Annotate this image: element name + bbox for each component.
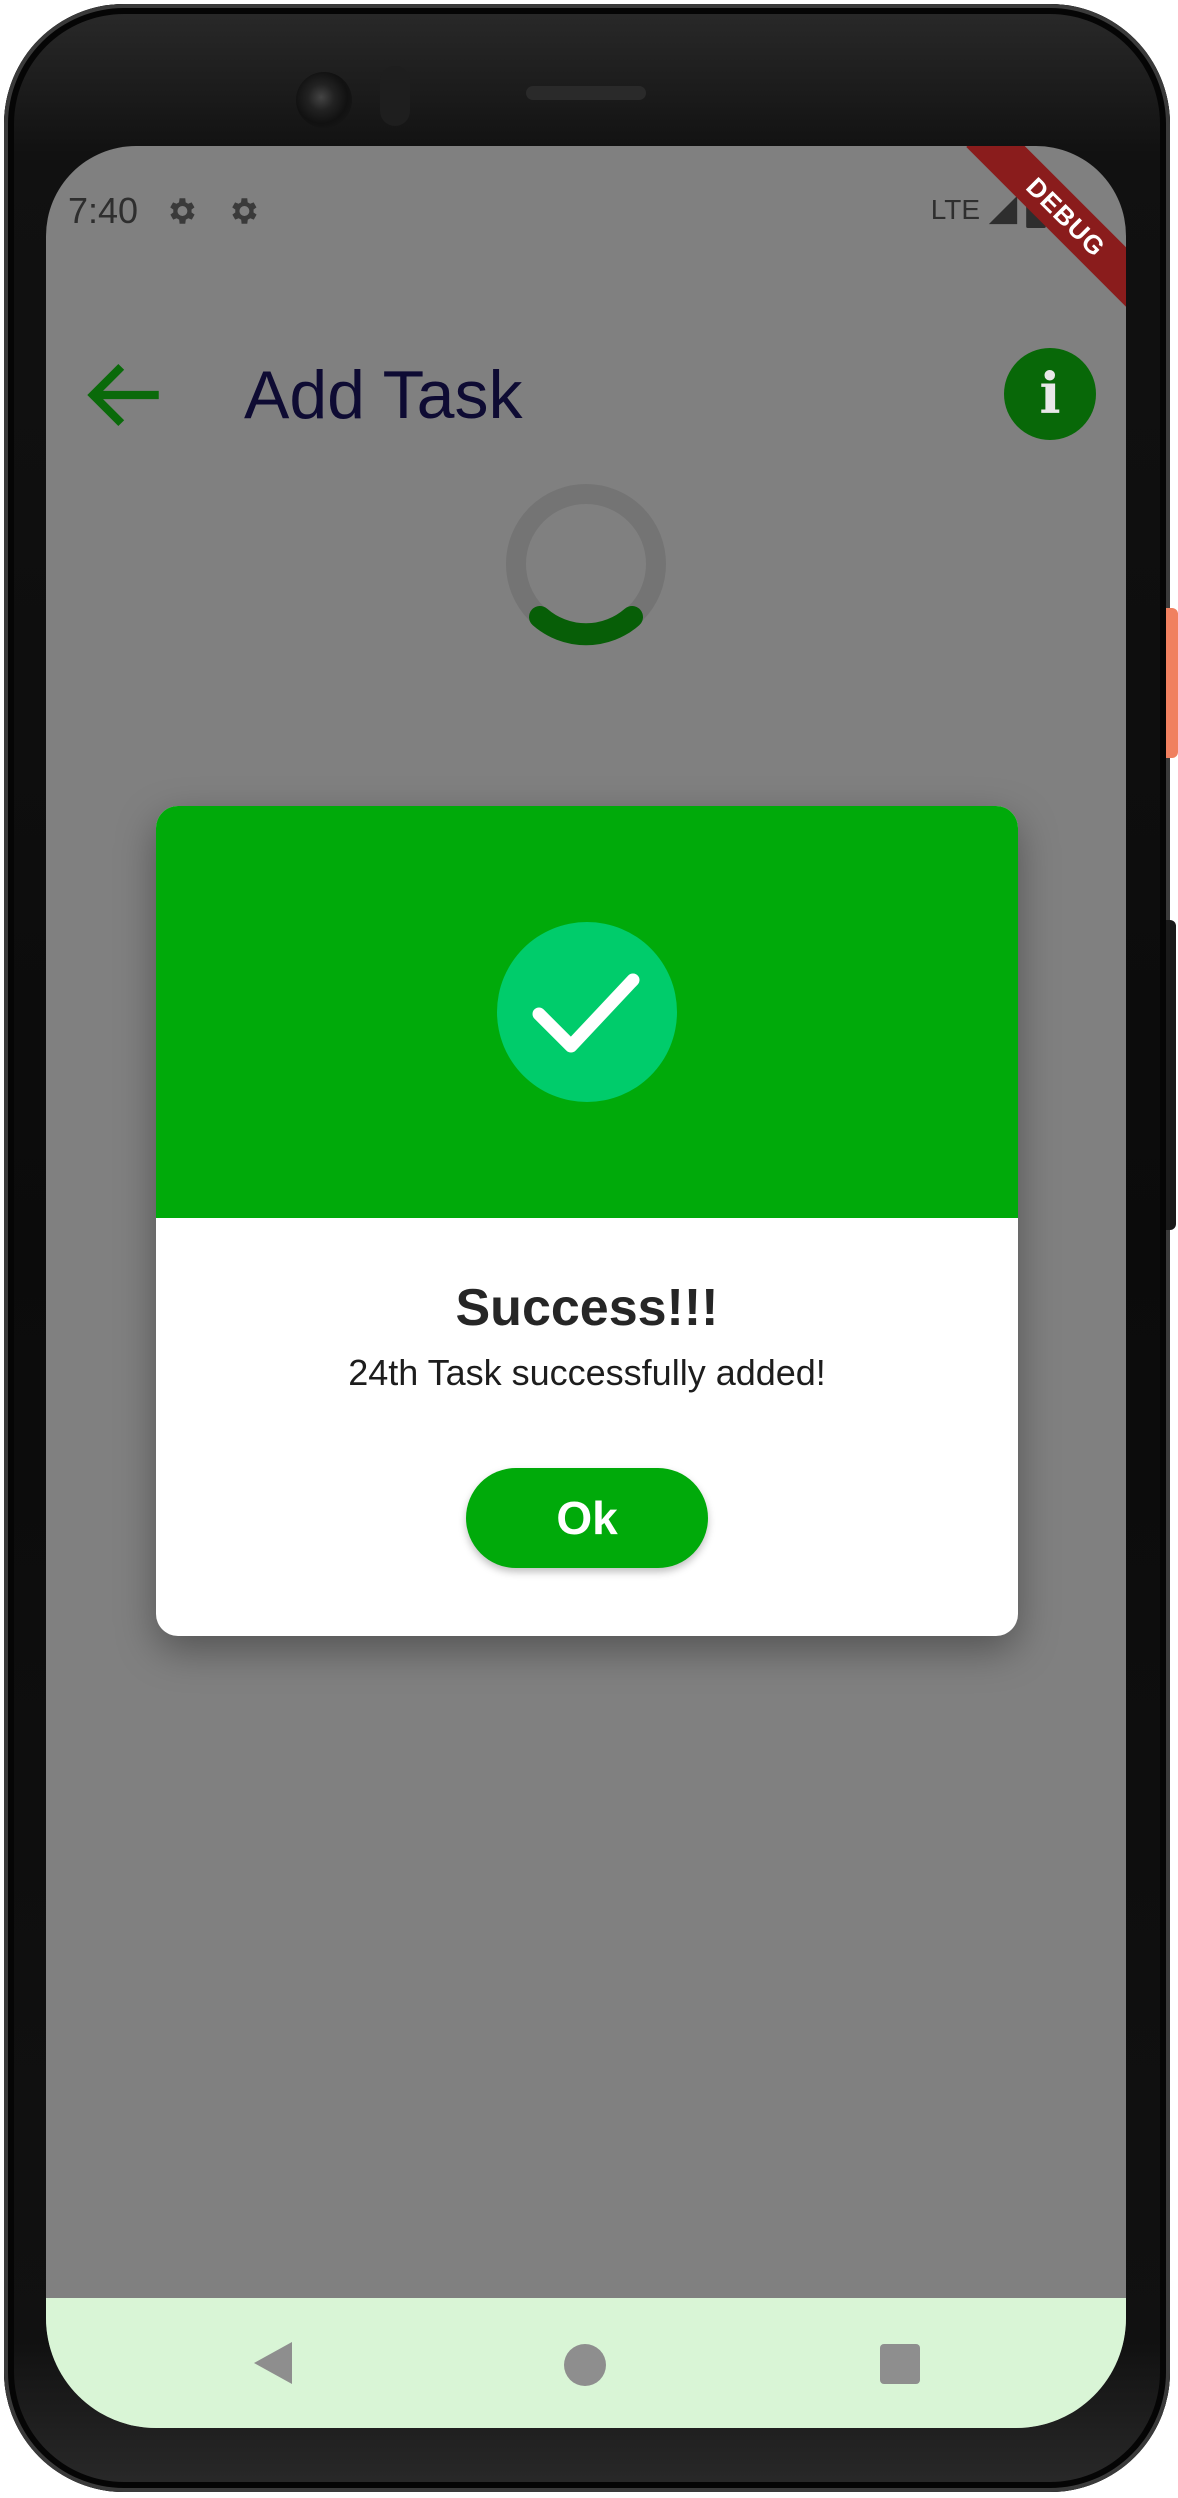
success-dialog: Success!!! 24th Task successfully added!… — [156, 806, 1018, 1636]
app-bar: Add Task — [46, 326, 1126, 466]
status-bar: 7:40 LTE DEBUG — [46, 146, 1126, 317]
nav-back-icon[interactable] — [250, 2340, 294, 2386]
dialog-header — [156, 806, 1018, 1218]
arrow-left-icon[interactable] — [80, 350, 170, 440]
info-button[interactable]: i — [1004, 348, 1096, 440]
status-time: 7:40 — [68, 190, 139, 231]
front-camera — [296, 72, 352, 128]
check-icon — [532, 973, 640, 1053]
dialog-message: 24th Task successfully added! — [348, 1352, 826, 1393]
screen: 7:40 LTE DEBUG Add Task i Success!!! 24t… — [46, 146, 1126, 2428]
earpiece-speaker — [526, 86, 646, 100]
info-icon: i — [1039, 361, 1061, 427]
system-nav-bar — [46, 2298, 1126, 2428]
progress-spinner-icon — [506, 484, 666, 646]
dialog-title: Success!!! — [455, 1279, 719, 1337]
ok-button[interactable]: Ok — [466, 1468, 708, 1568]
phone-device: 7:40 LTE DEBUG Add Task i Success!!! 24t… — [0, 0, 1178, 2498]
proximity-sensor — [380, 66, 410, 126]
volume-button — [1166, 920, 1176, 1230]
settings-gear-icon — [232, 198, 257, 224]
network-label: LTE — [930, 194, 980, 225]
power-button — [1166, 608, 1178, 758]
nav-recents-icon[interactable] — [880, 2344, 920, 2384]
check-circle — [497, 922, 677, 1102]
signal-icon — [988, 195, 1018, 225]
page-title: Add Task — [244, 357, 523, 433]
settings-gear-icon — [170, 198, 195, 224]
nav-home-icon[interactable] — [564, 2344, 606, 2386]
debug-banner: DEBUG — [966, 146, 1126, 317]
